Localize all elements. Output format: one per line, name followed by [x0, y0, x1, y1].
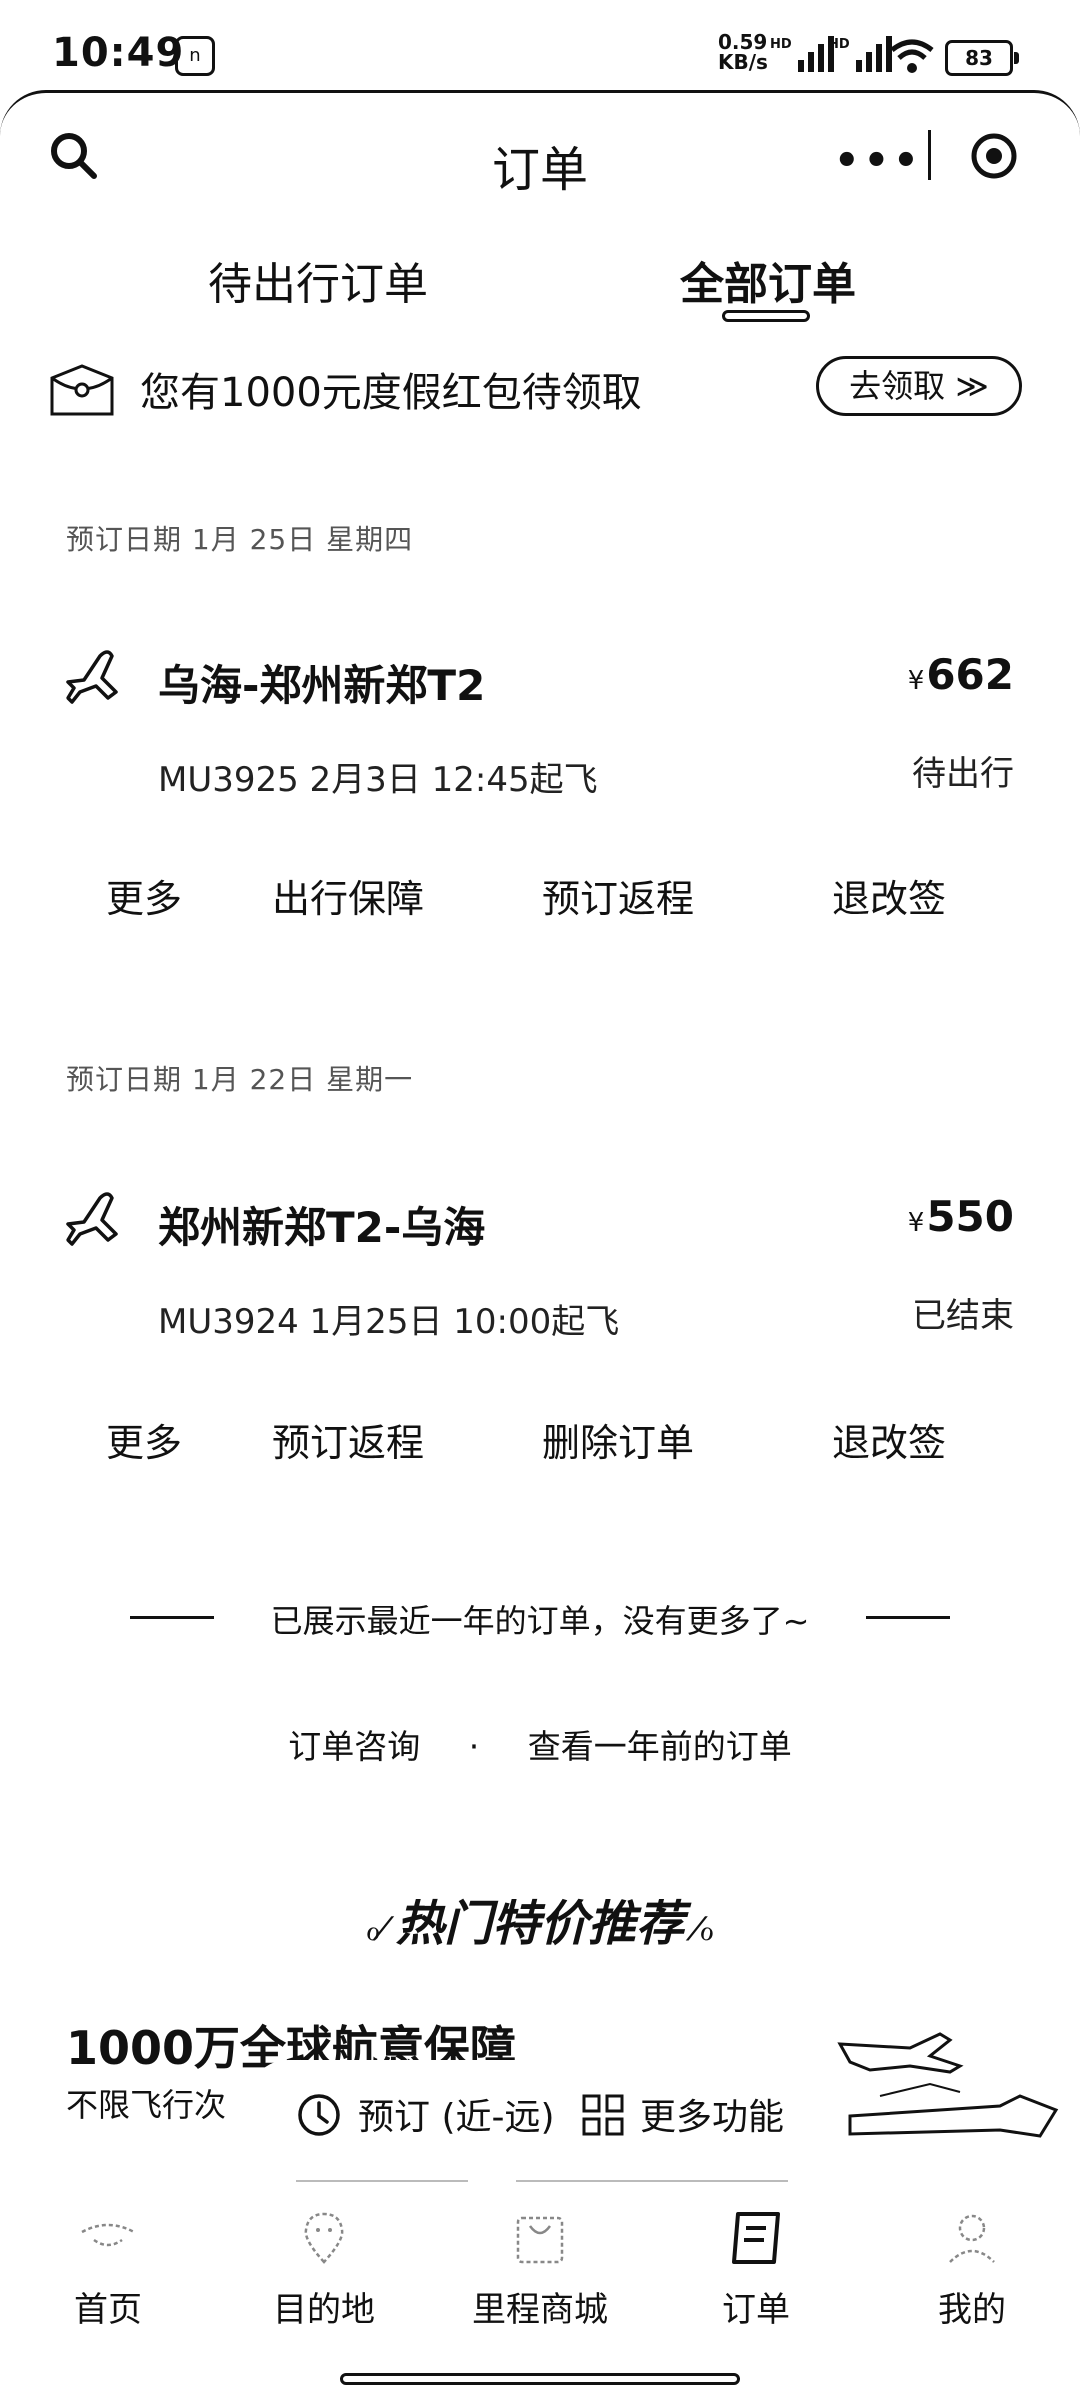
tab-mileage-mall[interactable]: 里程商城	[450, 2210, 630, 2331]
divider-line	[866, 1616, 950, 1619]
red-packet-icon	[50, 364, 114, 416]
bar-line	[516, 2180, 788, 2182]
delete-order-button[interactable]: 删除订单	[542, 1412, 694, 1467]
tab-destination[interactable]: 目的地	[234, 2210, 414, 2331]
home-indicator[interactable]	[340, 2373, 740, 2385]
flight-info: MU3924 1月25日 10:00起飞	[158, 1302, 620, 1342]
more-options-icon[interactable]: •••	[834, 138, 923, 184]
net-speed: 0.59 KB/s	[718, 30, 768, 74]
grid-icon	[582, 2094, 624, 2136]
end-of-list-note: 已展示最近一年的订单，没有更多了~	[270, 1602, 810, 1640]
order-date: 预订日期 1月 25日 星期四	[66, 523, 414, 556]
order-status: 待出行	[912, 754, 1014, 794]
svg-text:HD: HD	[770, 37, 792, 52]
tab-home[interactable]: 首页	[18, 2210, 198, 2331]
order-date: 预订日期 1月 22日 星期一	[66, 1063, 414, 1096]
order-price: ¥662	[907, 650, 1014, 699]
plane-icon	[66, 650, 118, 704]
location-icon	[304, 2212, 344, 2264]
bar-line	[296, 2180, 468, 2182]
decor-icon: ⁄ℴ	[684, 1910, 715, 1948]
decor-icon: ℴ⁄	[365, 1910, 396, 1948]
clock-icon	[298, 2094, 340, 2136]
order-price: ¥550	[907, 1192, 1014, 1241]
tab-orders[interactable]: 订单	[666, 2210, 846, 2331]
travel-protection-button[interactable]: 出行保障	[272, 868, 424, 923]
refund-change-button[interactable]: 退改签	[832, 868, 946, 923]
order-status: 已结束	[912, 1296, 1014, 1336]
tab-pending-orders[interactable]: 待出行订单	[208, 248, 428, 312]
header-divider	[928, 130, 931, 180]
status-time: 10:49	[52, 30, 185, 76]
link-separator: ·	[468, 1727, 480, 1766]
hot-deals-title: ℴ⁄ 热门特价推荐 ⁄ℴ	[365, 1896, 715, 1952]
close-miniprogram-icon[interactable]	[970, 132, 1018, 180]
svg-text:HD: HD	[828, 37, 850, 52]
airplane-illustration	[837, 2032, 1059, 2138]
wifi-icon	[890, 39, 934, 73]
promo-text: 您有1000元度假红包待领取	[140, 370, 642, 416]
battery-indicator: 83	[945, 40, 1019, 76]
tab-mine[interactable]: 我的	[882, 2210, 1062, 2331]
shop-icon	[516, 2216, 564, 2264]
notification-icon: n	[175, 36, 215, 76]
profile-icon	[949, 2214, 995, 2263]
more-button[interactable]: 更多	[106, 868, 182, 923]
order-links: 订单咨询 · 查看一年前的订单	[0, 1720, 1080, 1768]
more-functions-button[interactable]: 更多功能	[640, 2088, 784, 2140]
order-route[interactable]: 乌海-郑州新郑T2	[158, 652, 485, 713]
flight-info: MU3925 2月3日 12:45起飞	[158, 760, 598, 800]
older-orders-link[interactable]: 查看一年前的订单	[528, 1727, 792, 1766]
status-bar: 10:49 n 0.59 KB/s HD HD 83	[0, 0, 1080, 90]
book-near-far-button[interactable]: 预订 (近-远)	[358, 2088, 555, 2140]
tab-all-orders[interactable]: 全部订单	[680, 248, 856, 312]
insurance-subtitle: 不限飞行次	[66, 2086, 227, 2124]
book-return-button[interactable]: 预订返程	[272, 1412, 424, 1467]
active-tab-indicator	[722, 310, 810, 322]
plane-icon	[66, 1192, 118, 1246]
book-return-button[interactable]: 预订返程	[542, 868, 694, 923]
claim-button[interactable]: 去领取 ≫	[816, 356, 1022, 416]
order-icon	[732, 2212, 780, 2264]
more-button[interactable]: 更多	[106, 1412, 182, 1467]
home-icon	[81, 2223, 135, 2247]
order-route[interactable]: 郑州新郑T2-乌海	[158, 1194, 485, 1255]
refund-change-button[interactable]: 退改签	[832, 1412, 946, 1467]
order-consult-link[interactable]: 订单咨询	[288, 1727, 420, 1766]
